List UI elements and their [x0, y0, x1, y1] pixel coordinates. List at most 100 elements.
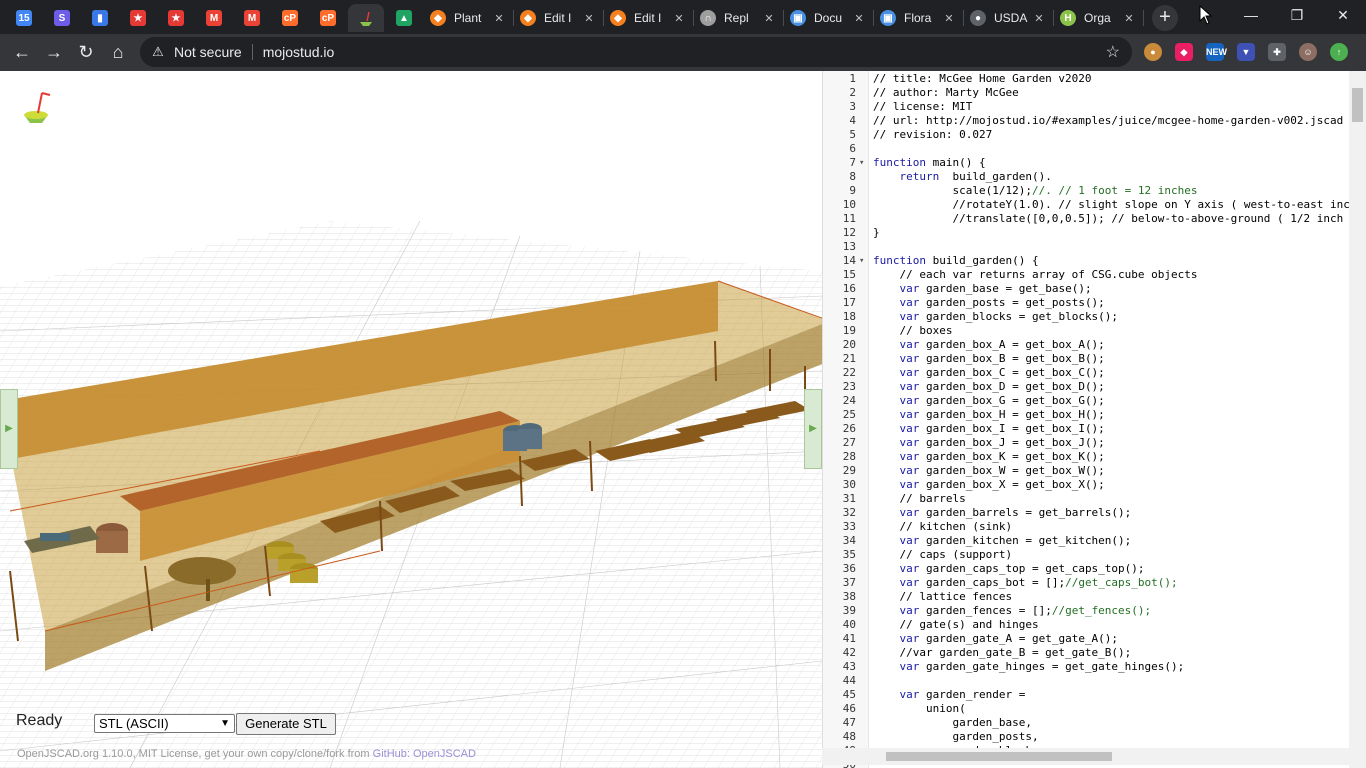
home-button[interactable]: ⌂ [104, 38, 132, 66]
code-line[interactable]: 26 var garden_box_I = get_box_I(); [823, 422, 1353, 436]
pinned-tab[interactable] [348, 4, 384, 32]
code-line[interactable]: 18 var garden_blocks = get_blocks(); [823, 310, 1353, 324]
code-line[interactable]: 35 // caps (support) [823, 548, 1353, 562]
browser-tab[interactable]: ● USDA ✕ [964, 4, 1052, 32]
code-line[interactable]: 12} [823, 226, 1353, 240]
code-line[interactable]: 36 var garden_caps_top = get_caps_top(); [823, 562, 1353, 576]
fold-toggle-icon[interactable]: ▾ [859, 254, 867, 268]
pinned-tab[interactable]: M [196, 4, 232, 32]
code-line[interactable]: 28 var garden_box_K = get_box_K(); [823, 450, 1353, 464]
pinned-tab[interactable]: ▮ [82, 4, 118, 32]
tab-close-icon[interactable]: ✕ [942, 12, 956, 25]
code-line[interactable]: 45 var garden_render = [823, 688, 1353, 702]
editor-horizontal-scrollbar[interactable] [822, 748, 1349, 765]
tab-close-icon[interactable]: ✕ [1032, 12, 1046, 25]
browser-tab[interactable]: ▣ Docu ✕ [784, 4, 872, 32]
close-window-button[interactable]: ✕ [1320, 0, 1366, 32]
code-line[interactable]: 1 // title: McGee Home Garden v2020 [823, 72, 1353, 86]
browser-tab[interactable]: ◆ Edit I ✕ [514, 4, 602, 32]
code-line[interactable]: 6 [823, 142, 1353, 156]
garden-3d-render[interactable] [0, 71, 822, 768]
browser-tab[interactable]: ◆ Plant ✕ [424, 4, 512, 32]
pinned-tab[interactable]: ▲ [386, 4, 422, 32]
code-line[interactable]: 32 var garden_barrels = get_barrels(); [823, 506, 1353, 520]
profile-avatar-icon[interactable]: ☺ [1299, 43, 1317, 61]
browser-tab[interactable]: H Orga ✕ [1054, 4, 1142, 32]
update-icon[interactable]: ↑ [1330, 43, 1348, 61]
github-link[interactable]: GitHub: OpenJSCAD [373, 748, 476, 760]
tab-close-icon[interactable]: ✕ [492, 12, 506, 25]
color-extension-icon[interactable]: ◆ [1175, 43, 1193, 61]
right-panel-toggle[interactable]: ▶ [804, 389, 822, 469]
code-line[interactable]: 47 garden_base, [823, 716, 1353, 730]
vertical-scroll-thumb[interactable] [1352, 88, 1363, 122]
reload-button[interactable]: ↻ [72, 38, 100, 66]
code-line[interactable]: 19 // boxes [823, 324, 1353, 338]
tab-close-icon[interactable]: ✕ [672, 12, 686, 25]
code-line[interactable]: 10 //rotateY(1.0). // slight slope on Y … [823, 198, 1353, 212]
cookie-extension-icon[interactable]: ● [1144, 43, 1162, 61]
code-line[interactable]: 20 var garden_box_A = get_box_A(); [823, 338, 1353, 352]
code-line[interactable]: 27 var garden_box_J = get_box_J(); [823, 436, 1353, 450]
bookmark-star-icon[interactable]: ☆ [1106, 42, 1120, 62]
code-line[interactable]: 40 // gate(s) and hinges [823, 618, 1353, 632]
new-tab-button[interactable]: + [1152, 5, 1178, 31]
code-editor[interactable]: 1 // title: McGee Home Garden v2020 2 // au… [822, 71, 1366, 768]
code-line[interactable]: 42 //var garden_gate_B = get_gate_B(); [823, 646, 1353, 660]
code-line[interactable]: 37 var garden_caps_bot = [];//get_caps_b… [823, 576, 1353, 590]
pinned-tab[interactable]: 15 [6, 4, 42, 32]
horizontal-scroll-thumb[interactable] [886, 752, 1112, 761]
fold-toggle-icon[interactable]: ▾ [859, 156, 867, 170]
tab-close-icon[interactable]: ✕ [762, 12, 776, 25]
browser-tab[interactable]: ◆ Edit I ✕ [604, 4, 692, 32]
back-button[interactable]: ← [8, 38, 36, 66]
code-line[interactable]: 21 var garden_box_B = get_box_B(); [823, 352, 1353, 366]
code-line[interactable]: 39 var garden_fences = [];//get_fences()… [823, 604, 1353, 618]
code-line[interactable]: 16 var garden_base = get_base(); [823, 282, 1353, 296]
browser-tab[interactable]: ∩ Repl ✕ [694, 4, 782, 32]
code-line[interactable]: 25 var garden_box_H = get_box_H(); [823, 408, 1353, 422]
pinned-tab[interactable]: ★ [158, 4, 194, 32]
tab-close-icon[interactable]: ✕ [582, 12, 596, 25]
url-text[interactable]: mojostud.io [263, 44, 335, 60]
code-line[interactable]: 34 var garden_kitchen = get_kitchen(); [823, 534, 1353, 548]
code-line[interactable]: 8 return build_garden(). [823, 170, 1353, 184]
address-bar[interactable]: ⚠ Not secure mojostud.io ☆ [140, 37, 1132, 67]
code-line[interactable]: 23 var garden_box_D = get_box_D(); [823, 380, 1353, 394]
code-line[interactable]: 17 var garden_posts = get_posts(); [823, 296, 1353, 310]
forward-button[interactable]: → [40, 38, 68, 66]
code-line[interactable]: 22 var garden_box_C = get_box_C(); [823, 366, 1353, 380]
code-line[interactable]: 2 // author: Marty McGee [823, 86, 1353, 100]
editor-vertical-scrollbar[interactable] [1349, 71, 1366, 768]
left-panel-toggle[interactable]: ▶ [0, 389, 18, 469]
code-line[interactable]: 11 //translate([0,0,0.5]); // below-to-a… [823, 212, 1353, 226]
pinned-tab[interactable]: M [234, 4, 270, 32]
code-line[interactable]: 29 var garden_box_W = get_box_W(); [823, 464, 1353, 478]
code-line[interactable]: 46 union( [823, 702, 1353, 716]
pinned-tab[interactable]: cP [272, 4, 308, 32]
code-line[interactable]: 14 ▾ function build_garden() { [823, 254, 1353, 268]
code-line[interactable]: 7 ▾ function main() { [823, 156, 1353, 170]
minimize-button[interactable]: — [1228, 0, 1274, 32]
code-line[interactable]: 43 var garden_gate_hinges = get_gate_hin… [823, 660, 1353, 674]
new-extension-icon[interactable]: NEW [1206, 43, 1227, 61]
code-line[interactable]: 41 var garden_gate_A = get_gate_A(); [823, 632, 1353, 646]
code-line[interactable]: 30 var garden_box_X = get_box_X(); [823, 478, 1353, 492]
tab-close-icon[interactable]: ✕ [1122, 12, 1136, 25]
generate-stl-button[interactable]: Generate STL [236, 713, 336, 735]
pinned-tab[interactable]: ★ [120, 4, 156, 32]
code-line[interactable]: 5 // revision: 0.027 [823, 128, 1353, 142]
code-line[interactable]: 3 // license: MIT [823, 100, 1353, 114]
pinned-tab[interactable]: cP [310, 4, 346, 32]
code-line[interactable]: 24 var garden_box_G = get_box_G(); [823, 394, 1353, 408]
code-line[interactable]: 9 scale(1/12);//. // 1 foot = 12 inches [823, 184, 1353, 198]
bookmark-extension-icon[interactable]: ▼ [1237, 43, 1255, 61]
code-line[interactable]: 38 // lattice fences [823, 590, 1353, 604]
tab-close-icon[interactable]: ✕ [852, 12, 866, 25]
code-line[interactable]: 33 // kitchen (sink) [823, 520, 1353, 534]
puzzle-extensions-icon[interactable]: ✚ [1268, 43, 1286, 61]
code-line[interactable]: 44 [823, 674, 1353, 688]
3d-viewer[interactable]: ▶ ▶ Ready STL (ASCII) ▼ Generate STL Ope… [0, 71, 822, 768]
code-line[interactable]: 15 // each var returns array of CSG.cube… [823, 268, 1353, 282]
code-line[interactable]: 13 [823, 240, 1353, 254]
